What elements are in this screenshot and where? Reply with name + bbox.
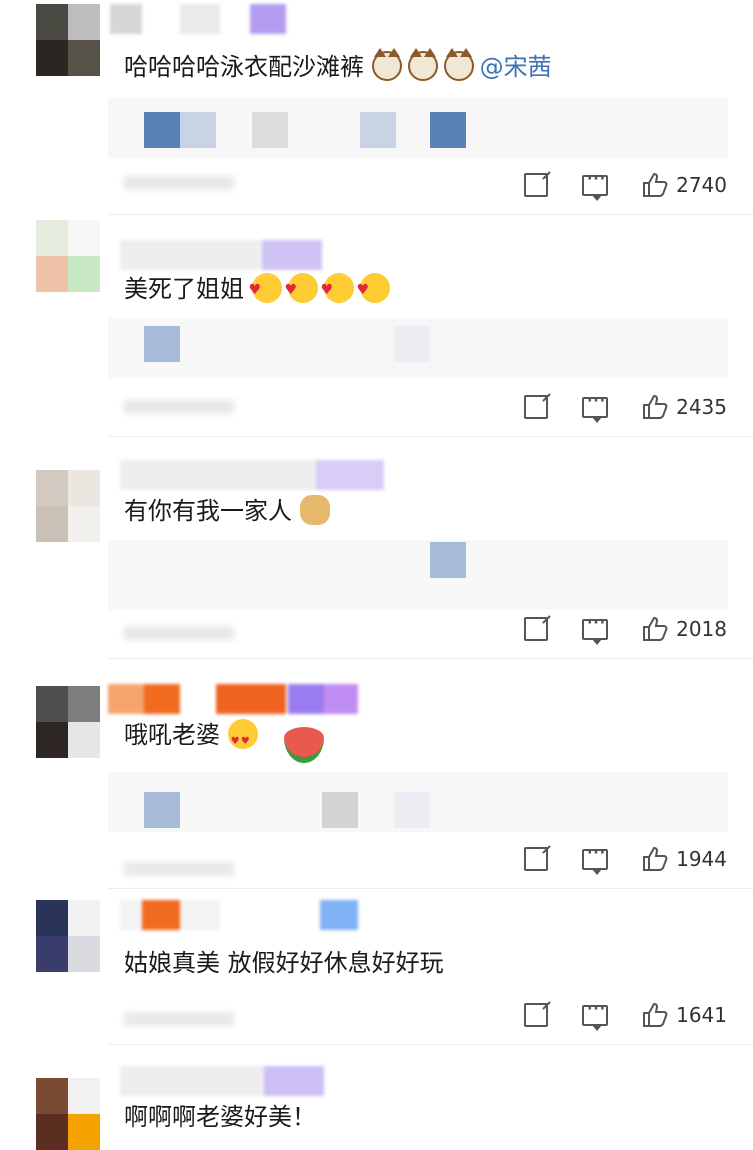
- kiss-emoji: [321, 273, 354, 307]
- timestamp-blurred: [124, 400, 234, 414]
- kiss-emoji: [249, 273, 282, 307]
- like-icon[interactable]: [642, 616, 668, 642]
- username-blurred[interactable]: [110, 1066, 330, 1096]
- share-icon[interactable]: [524, 395, 549, 419]
- share-icon[interactable]: [524, 847, 549, 871]
- avatar[interactable]: [36, 686, 100, 758]
- comment-text: 哈哈哈哈泳衣配沙滩裤 @宋茜: [124, 48, 552, 84]
- comment-body: 美死了姐姐: [124, 275, 244, 303]
- username-blurred[interactable]: [110, 240, 330, 270]
- avatar[interactable]: [36, 1078, 100, 1150]
- avatar[interactable]: [36, 900, 100, 972]
- mention-link[interactable]: @宋茜: [480, 53, 552, 81]
- heart-eyes-emoji: [227, 719, 258, 759]
- comment-icon[interactable]: [582, 615, 609, 645]
- comment-body: 有你有我一家人: [124, 497, 292, 525]
- timestamp-blurred: [124, 862, 234, 876]
- action-bar: 2435: [490, 392, 727, 423]
- doge-emoji: [299, 495, 330, 525]
- like-icon[interactable]: [642, 394, 668, 420]
- avatar[interactable]: [36, 4, 100, 76]
- divider: [108, 436, 753, 437]
- comment-body: 哦吼老婆: [124, 721, 220, 749]
- like-count: 2018: [676, 617, 727, 641]
- divider: [108, 658, 753, 659]
- comment-icon[interactable]: [582, 1001, 609, 1031]
- comment-text: 有你有我一家人: [124, 494, 336, 528]
- divider: [108, 888, 753, 889]
- comment-body: 啊啊啊老婆好美！: [124, 1103, 316, 1131]
- cat-emoji: [407, 48, 438, 81]
- like-icon[interactable]: [642, 1002, 668, 1028]
- timestamp-blurred: [124, 626, 234, 640]
- divider: [108, 214, 753, 215]
- like-count: 2740: [676, 173, 727, 197]
- quoted-content-blurred[interactable]: [108, 318, 728, 378]
- quoted-content-blurred[interactable]: [108, 540, 728, 610]
- action-bar: 2740: [490, 170, 727, 201]
- kiss-emoji: [285, 273, 318, 307]
- action-bar: 1944: [490, 844, 727, 875]
- comment-text: 姑娘真美 放假好好休息好好玩: [124, 946, 444, 980]
- like-count: 2435: [676, 395, 727, 419]
- quoted-content-blurred[interactable]: [108, 772, 728, 832]
- comment-text: 哦吼老婆: [124, 718, 330, 763]
- kiss-emoji: [357, 273, 390, 307]
- username-blurred[interactable]: [110, 460, 390, 490]
- username-blurred[interactable]: [108, 684, 358, 714]
- action-bar: 2018: [490, 614, 727, 645]
- timestamp-blurred: [124, 176, 234, 190]
- avatar[interactable]: [36, 470, 100, 542]
- like-count: 1944: [676, 847, 727, 871]
- watermelon-emoji: [283, 727, 324, 763]
- comment-icon[interactable]: [582, 393, 609, 423]
- comment-text: 啊啊啊老婆好美！: [124, 1100, 316, 1134]
- quoted-content-blurred[interactable]: [108, 98, 728, 158]
- comment-icon[interactable]: [582, 171, 609, 201]
- avatar[interactable]: [36, 220, 100, 292]
- comment-body: 姑娘真美 放假好好休息好好玩: [124, 949, 444, 977]
- cat-emoji: [443, 48, 474, 81]
- comment-icon[interactable]: [582, 845, 609, 875]
- like-count: 1641: [676, 1003, 727, 1027]
- like-icon[interactable]: [642, 846, 668, 872]
- action-bar: 1641: [490, 1000, 727, 1031]
- divider: [108, 1044, 753, 1045]
- timestamp-blurred: [124, 1012, 234, 1026]
- comment-text: 美死了姐姐: [124, 272, 396, 307]
- share-icon[interactable]: [524, 173, 549, 197]
- like-icon[interactable]: [642, 172, 668, 198]
- share-icon[interactable]: [524, 617, 549, 641]
- cat-emoji: [371, 48, 402, 81]
- username-blurred[interactable]: [110, 4, 290, 34]
- share-icon[interactable]: [524, 1003, 549, 1027]
- comment-body: 哈哈哈哈泳衣配沙滩裤: [124, 53, 364, 81]
- username-blurred[interactable]: [110, 900, 360, 930]
